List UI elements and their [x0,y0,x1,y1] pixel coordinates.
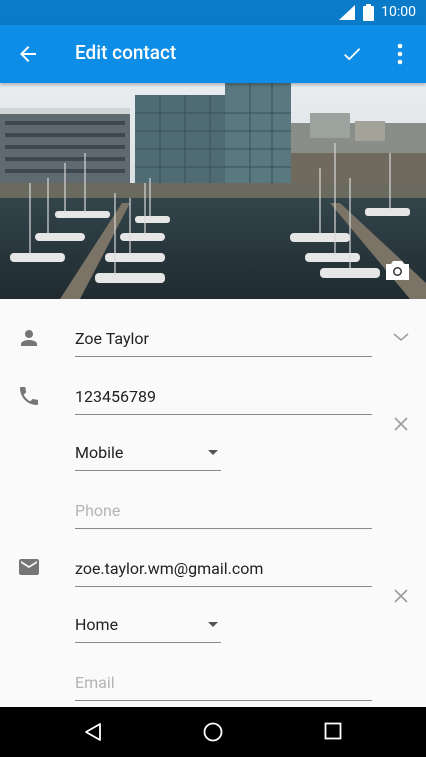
new-phone-field[interactable]: Phone [75,493,372,529]
dropdown-arrow-icon [208,622,218,627]
phone-type-select[interactable]: Mobile [75,435,221,471]
clear-email-icon[interactable] [393,588,409,604]
nav-home-icon[interactable] [203,722,223,742]
page-title: Edit contact [75,41,177,64]
contact-form: Zoe Taylor 123456789 Mobile Phone zoe.ta… [0,299,426,707]
camera-icon[interactable] [385,259,410,281]
phone-type-value: Mobile [75,443,124,462]
email-value: zoe.taylor.wm@gmail.com [75,559,264,578]
phone-field[interactable]: 123456789 [75,379,372,415]
email-icon [19,559,39,575]
system-nav-bar [0,707,426,757]
email-type-select[interactable]: Home [75,607,221,643]
status-bar: 10:00 [0,0,426,25]
email-placeholder: Email [75,673,115,692]
phone-placeholder: Phone [75,501,121,520]
phone-value: 123456789 [75,387,156,406]
app-bar: Edit contact [0,25,426,83]
arrow-back-icon[interactable] [15,42,41,66]
dropdown-arrow-icon [208,450,218,455]
name-value: Zoe Taylor [75,329,149,348]
email-type-value: Home [75,615,119,634]
person-icon [21,330,37,346]
status-time: 10:00 [381,4,416,20]
new-email-field[interactable]: Email [75,665,372,701]
nav-recents-icon[interactable] [324,722,342,740]
check-icon[interactable] [340,43,364,65]
clear-phone-icon[interactable] [393,416,409,432]
battery-icon [363,4,374,21]
chevron-down-icon[interactable] [393,332,409,342]
phone-icon [20,387,38,405]
harbor-photo [0,83,426,299]
nav-back-icon[interactable] [84,722,102,742]
more-vert-icon[interactable] [388,41,412,67]
email-field[interactable]: zoe.taylor.wm@gmail.com [75,551,372,587]
signal-icon [339,5,355,20]
name-field[interactable]: Zoe Taylor [75,321,372,357]
contact-photo[interactable] [0,83,426,299]
